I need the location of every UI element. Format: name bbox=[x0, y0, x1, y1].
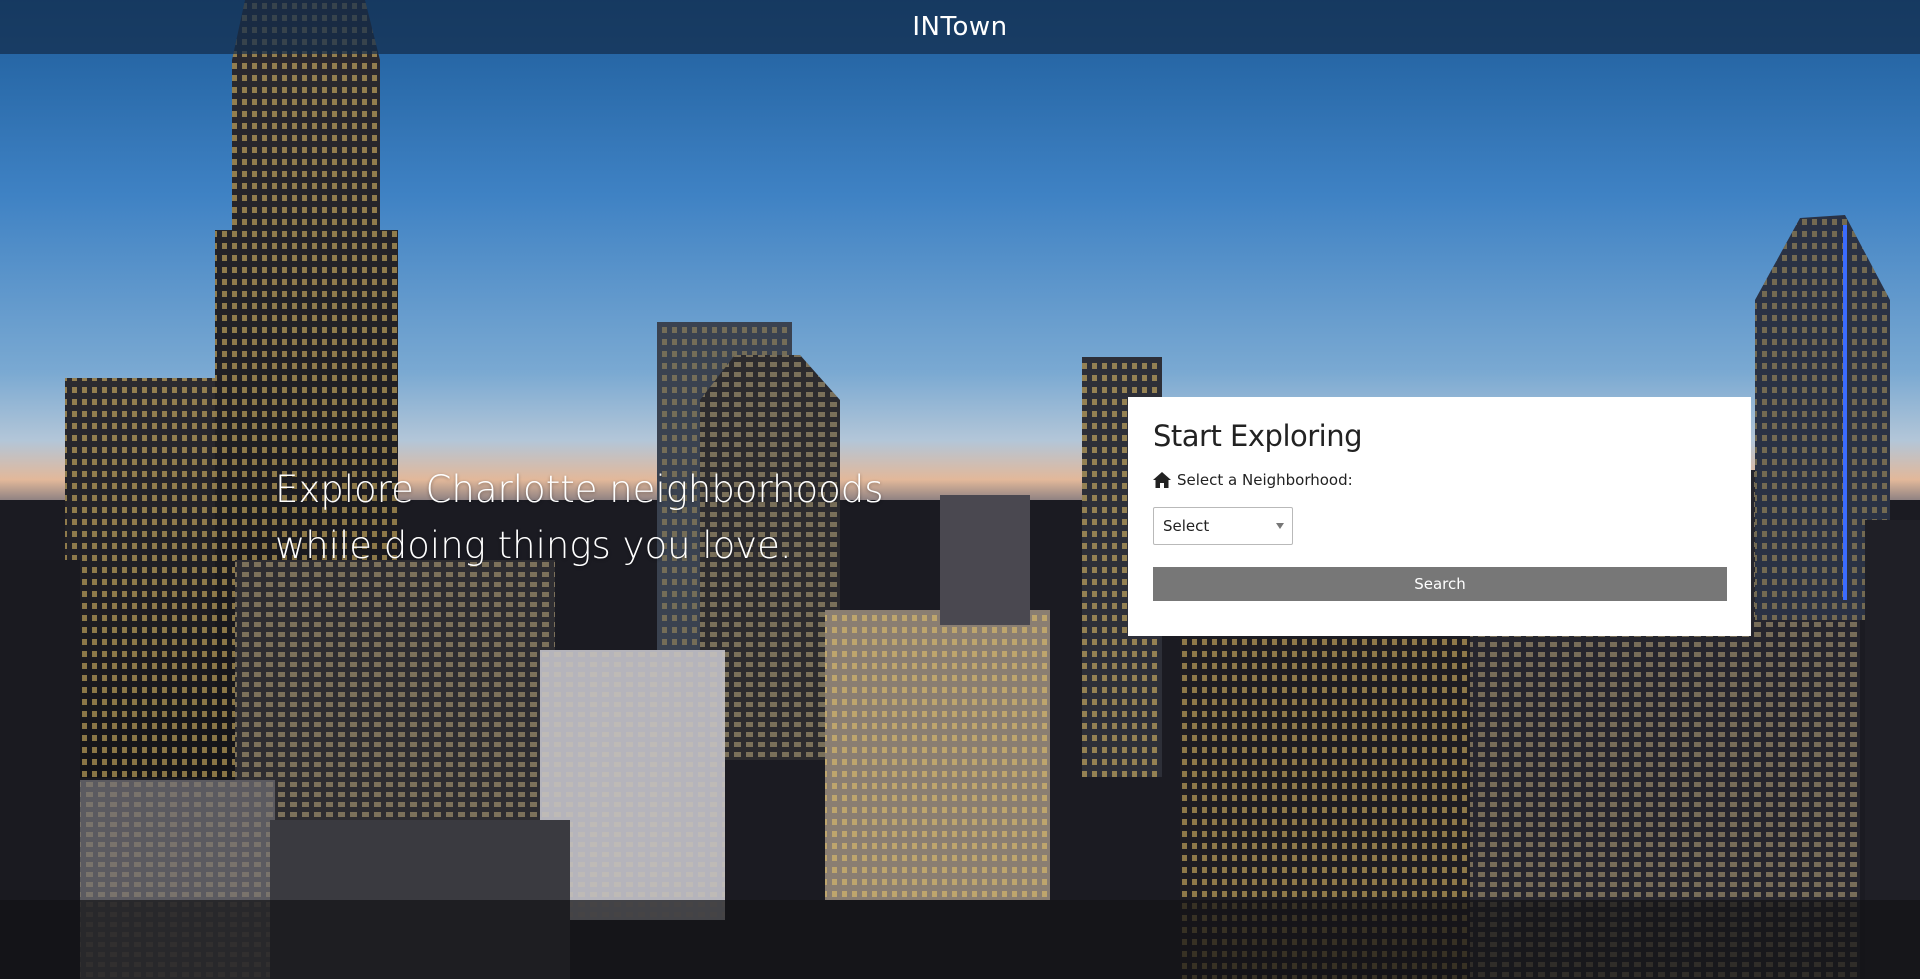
page: INTown Explore Charlotte neighborhoods w… bbox=[0, 0, 1920, 979]
neighborhood-label-text: Select a Neighborhood: bbox=[1177, 471, 1353, 489]
top-navbar: INTown bbox=[0, 0, 1920, 54]
search-card: Start Exploring Select a Neighborhood: S… bbox=[1128, 397, 1751, 636]
search-button[interactable]: Search bbox=[1153, 567, 1727, 601]
hero-tagline: Explore Charlotte neighborhoods while do… bbox=[275, 462, 895, 574]
chevron-down-icon bbox=[1276, 523, 1284, 529]
neighborhood-select[interactable]: Select bbox=[1153, 507, 1293, 545]
brand-logo-link[interactable]: INTown bbox=[912, 12, 1007, 42]
hero-tagline-line-2: while doing things you love. bbox=[275, 524, 792, 567]
hero-tagline-line-1: Explore Charlotte neighborhoods bbox=[275, 468, 884, 511]
neighborhood-field-label: Select a Neighborhood: bbox=[1153, 471, 1726, 489]
neighborhood-select-value: Select bbox=[1163, 517, 1210, 535]
home-icon bbox=[1153, 472, 1171, 488]
card-title: Start Exploring bbox=[1153, 419, 1363, 453]
